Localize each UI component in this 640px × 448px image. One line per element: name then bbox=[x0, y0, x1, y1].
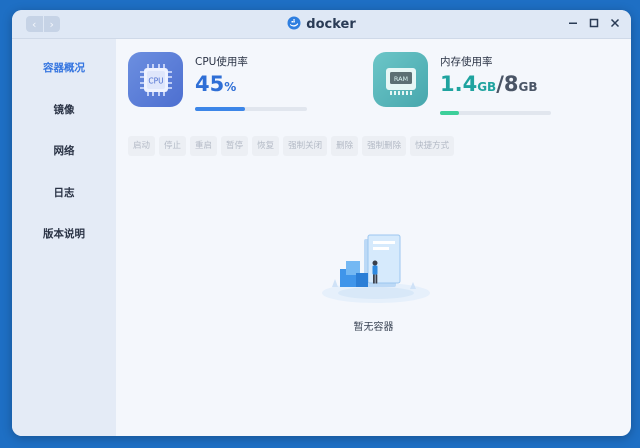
cpu-value-number: 45 bbox=[195, 72, 225, 96]
memory-usage-bar-fill bbox=[440, 111, 460, 115]
window-controls bbox=[567, 17, 621, 29]
window-title: docker bbox=[306, 17, 356, 32]
shortcut-button[interactable]: 快捷方式 bbox=[410, 136, 455, 156]
close-button[interactable] bbox=[609, 17, 621, 29]
cpu-chip-icon: CPU bbox=[128, 52, 183, 107]
pause-button[interactable]: 暂停 bbox=[221, 136, 249, 156]
cpu-icon-text: CPU bbox=[148, 76, 163, 85]
cpu-usage-value: 45% bbox=[195, 72, 236, 96]
docker-logo-icon bbox=[287, 15, 301, 34]
ram-icon-text: RAM bbox=[393, 75, 407, 83]
empty-state-text: 暂无容器 bbox=[353, 322, 394, 333]
sidebar-item-logs[interactable]: 日志 bbox=[12, 183, 116, 203]
maximize-button[interactable] bbox=[588, 17, 600, 29]
restart-button[interactable]: 重启 bbox=[190, 136, 218, 156]
window-title-group: docker bbox=[12, 15, 631, 34]
cpu-usage-bar-fill bbox=[195, 107, 246, 111]
sidebar-item-images[interactable]: 镜像 bbox=[12, 100, 116, 120]
resume-button[interactable]: 恢复 bbox=[252, 136, 280, 156]
force-stop-button[interactable]: 强制关闭 bbox=[283, 136, 328, 156]
sidebar-item-network[interactable]: 网络 bbox=[12, 141, 116, 161]
memory-total-number: 8 bbox=[503, 72, 519, 96]
memory-total-unit: GB bbox=[518, 80, 538, 94]
cpu-usage-label: CPU使用率 bbox=[195, 56, 248, 68]
memory-usage-bar bbox=[440, 111, 551, 115]
delete-button[interactable]: 删除 bbox=[331, 136, 359, 156]
container-toolbar: 启动 停止 重启 暂停 恢复 强制关闭 删除 强制删除 快捷方式 bbox=[128, 136, 455, 156]
maximize-icon bbox=[589, 18, 599, 28]
ram-module-icon: RAM bbox=[373, 52, 428, 107]
memory-separator: / bbox=[496, 72, 504, 96]
empty-state-illustration bbox=[316, 227, 436, 307]
memory-used-number: 1.4 bbox=[440, 72, 478, 96]
docker-window: ‹ › docker 容器概况 镜像 网络 日志 版本说明 CPU CPU使用率… bbox=[12, 10, 631, 436]
title-bar: ‹ › docker bbox=[12, 10, 631, 39]
memory-usage-value: 1.4GB/8GB bbox=[440, 72, 538, 96]
stop-button[interactable]: 停止 bbox=[159, 136, 187, 156]
minimize-icon bbox=[569, 22, 577, 24]
memory-usage-label: 内存使用率 bbox=[440, 56, 493, 68]
sidebar-item-overview[interactable]: 容器概况 bbox=[12, 58, 116, 78]
cpu-usage-bar bbox=[195, 107, 307, 111]
start-button[interactable]: 启动 bbox=[128, 136, 156, 156]
sidebar: 容器概况 镜像 网络 日志 版本说明 bbox=[12, 39, 116, 436]
force-delete-button[interactable]: 强制删除 bbox=[362, 136, 407, 156]
sidebar-item-release-notes[interactable]: 版本说明 bbox=[12, 224, 116, 244]
memory-used-unit: GB bbox=[477, 80, 497, 94]
main-panel: CPU CPU使用率 45% RAM 内存使用率 1.4GB/8GB 启动 停止… bbox=[116, 39, 631, 436]
minimize-button[interactable] bbox=[567, 17, 579, 29]
cpu-value-unit: % bbox=[224, 80, 237, 94]
close-icon bbox=[610, 18, 620, 28]
